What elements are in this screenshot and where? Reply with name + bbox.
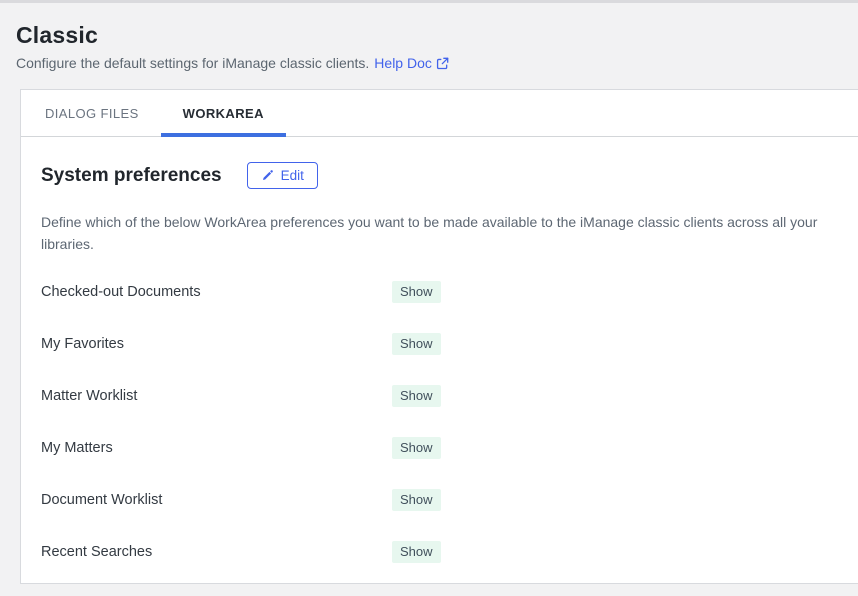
tab-dialog-files[interactable]: DIALOG FILES (23, 90, 161, 136)
help-doc-link-label: Help Doc (374, 55, 432, 71)
preference-status-badge: Show (392, 541, 441, 563)
preference-list: Checked-out Documents Show My Favorites … (41, 266, 838, 578)
preference-row: Document Worklist Show (41, 474, 838, 526)
help-doc-link[interactable]: Help Doc (374, 55, 449, 71)
preference-label: My Favorites (41, 336, 392, 352)
page-subtitle: Configure the default settings for iMana… (16, 55, 842, 71)
preference-status-badge: Show (392, 333, 441, 355)
preference-label: Checked-out Documents (41, 284, 392, 300)
preference-row: Matter Worklist Show (41, 370, 838, 422)
preference-label: Document Worklist (41, 492, 392, 508)
external-link-icon (436, 57, 449, 70)
section-description: Define which of the below WorkArea prefe… (41, 211, 838, 255)
tab-dialog-files-label: DIALOG FILES (45, 106, 139, 121)
edit-button[interactable]: Edit (247, 162, 318, 189)
preference-label: Matter Worklist (41, 388, 392, 404)
preference-status-badge: Show (392, 385, 441, 407)
preference-label: Recent Searches (41, 544, 392, 560)
tab-workarea-label: WORKAREA (183, 106, 264, 121)
pencil-icon (261, 169, 274, 182)
section-heading-row: System preferences Edit (41, 162, 838, 189)
page-title: Classic (16, 22, 842, 49)
preference-status-badge: Show (392, 281, 441, 303)
section-heading: System preferences (41, 165, 222, 187)
preference-row: My Matters Show (41, 422, 838, 474)
preference-label: My Matters (41, 440, 392, 456)
tab-workarea[interactable]: WORKAREA (161, 90, 286, 136)
tab-bar: DIALOG FILES WORKAREA (21, 90, 858, 137)
edit-button-label: Edit (281, 168, 304, 183)
workarea-panel: System preferences Edit Define which of … (21, 137, 858, 590)
preference-row: Recent Searches Show (41, 526, 838, 578)
preference-status-badge: Show (392, 437, 441, 459)
page-subtitle-text: Configure the default settings for iMana… (16, 55, 369, 71)
page-header: Classic Configure the default settings f… (0, 3, 858, 71)
settings-card: DIALOG FILES WORKAREA System preferences… (20, 89, 858, 584)
preference-row: Checked-out Documents Show (41, 266, 838, 318)
preference-status-badge: Show (392, 489, 441, 511)
preference-row: My Favorites Show (41, 318, 838, 370)
